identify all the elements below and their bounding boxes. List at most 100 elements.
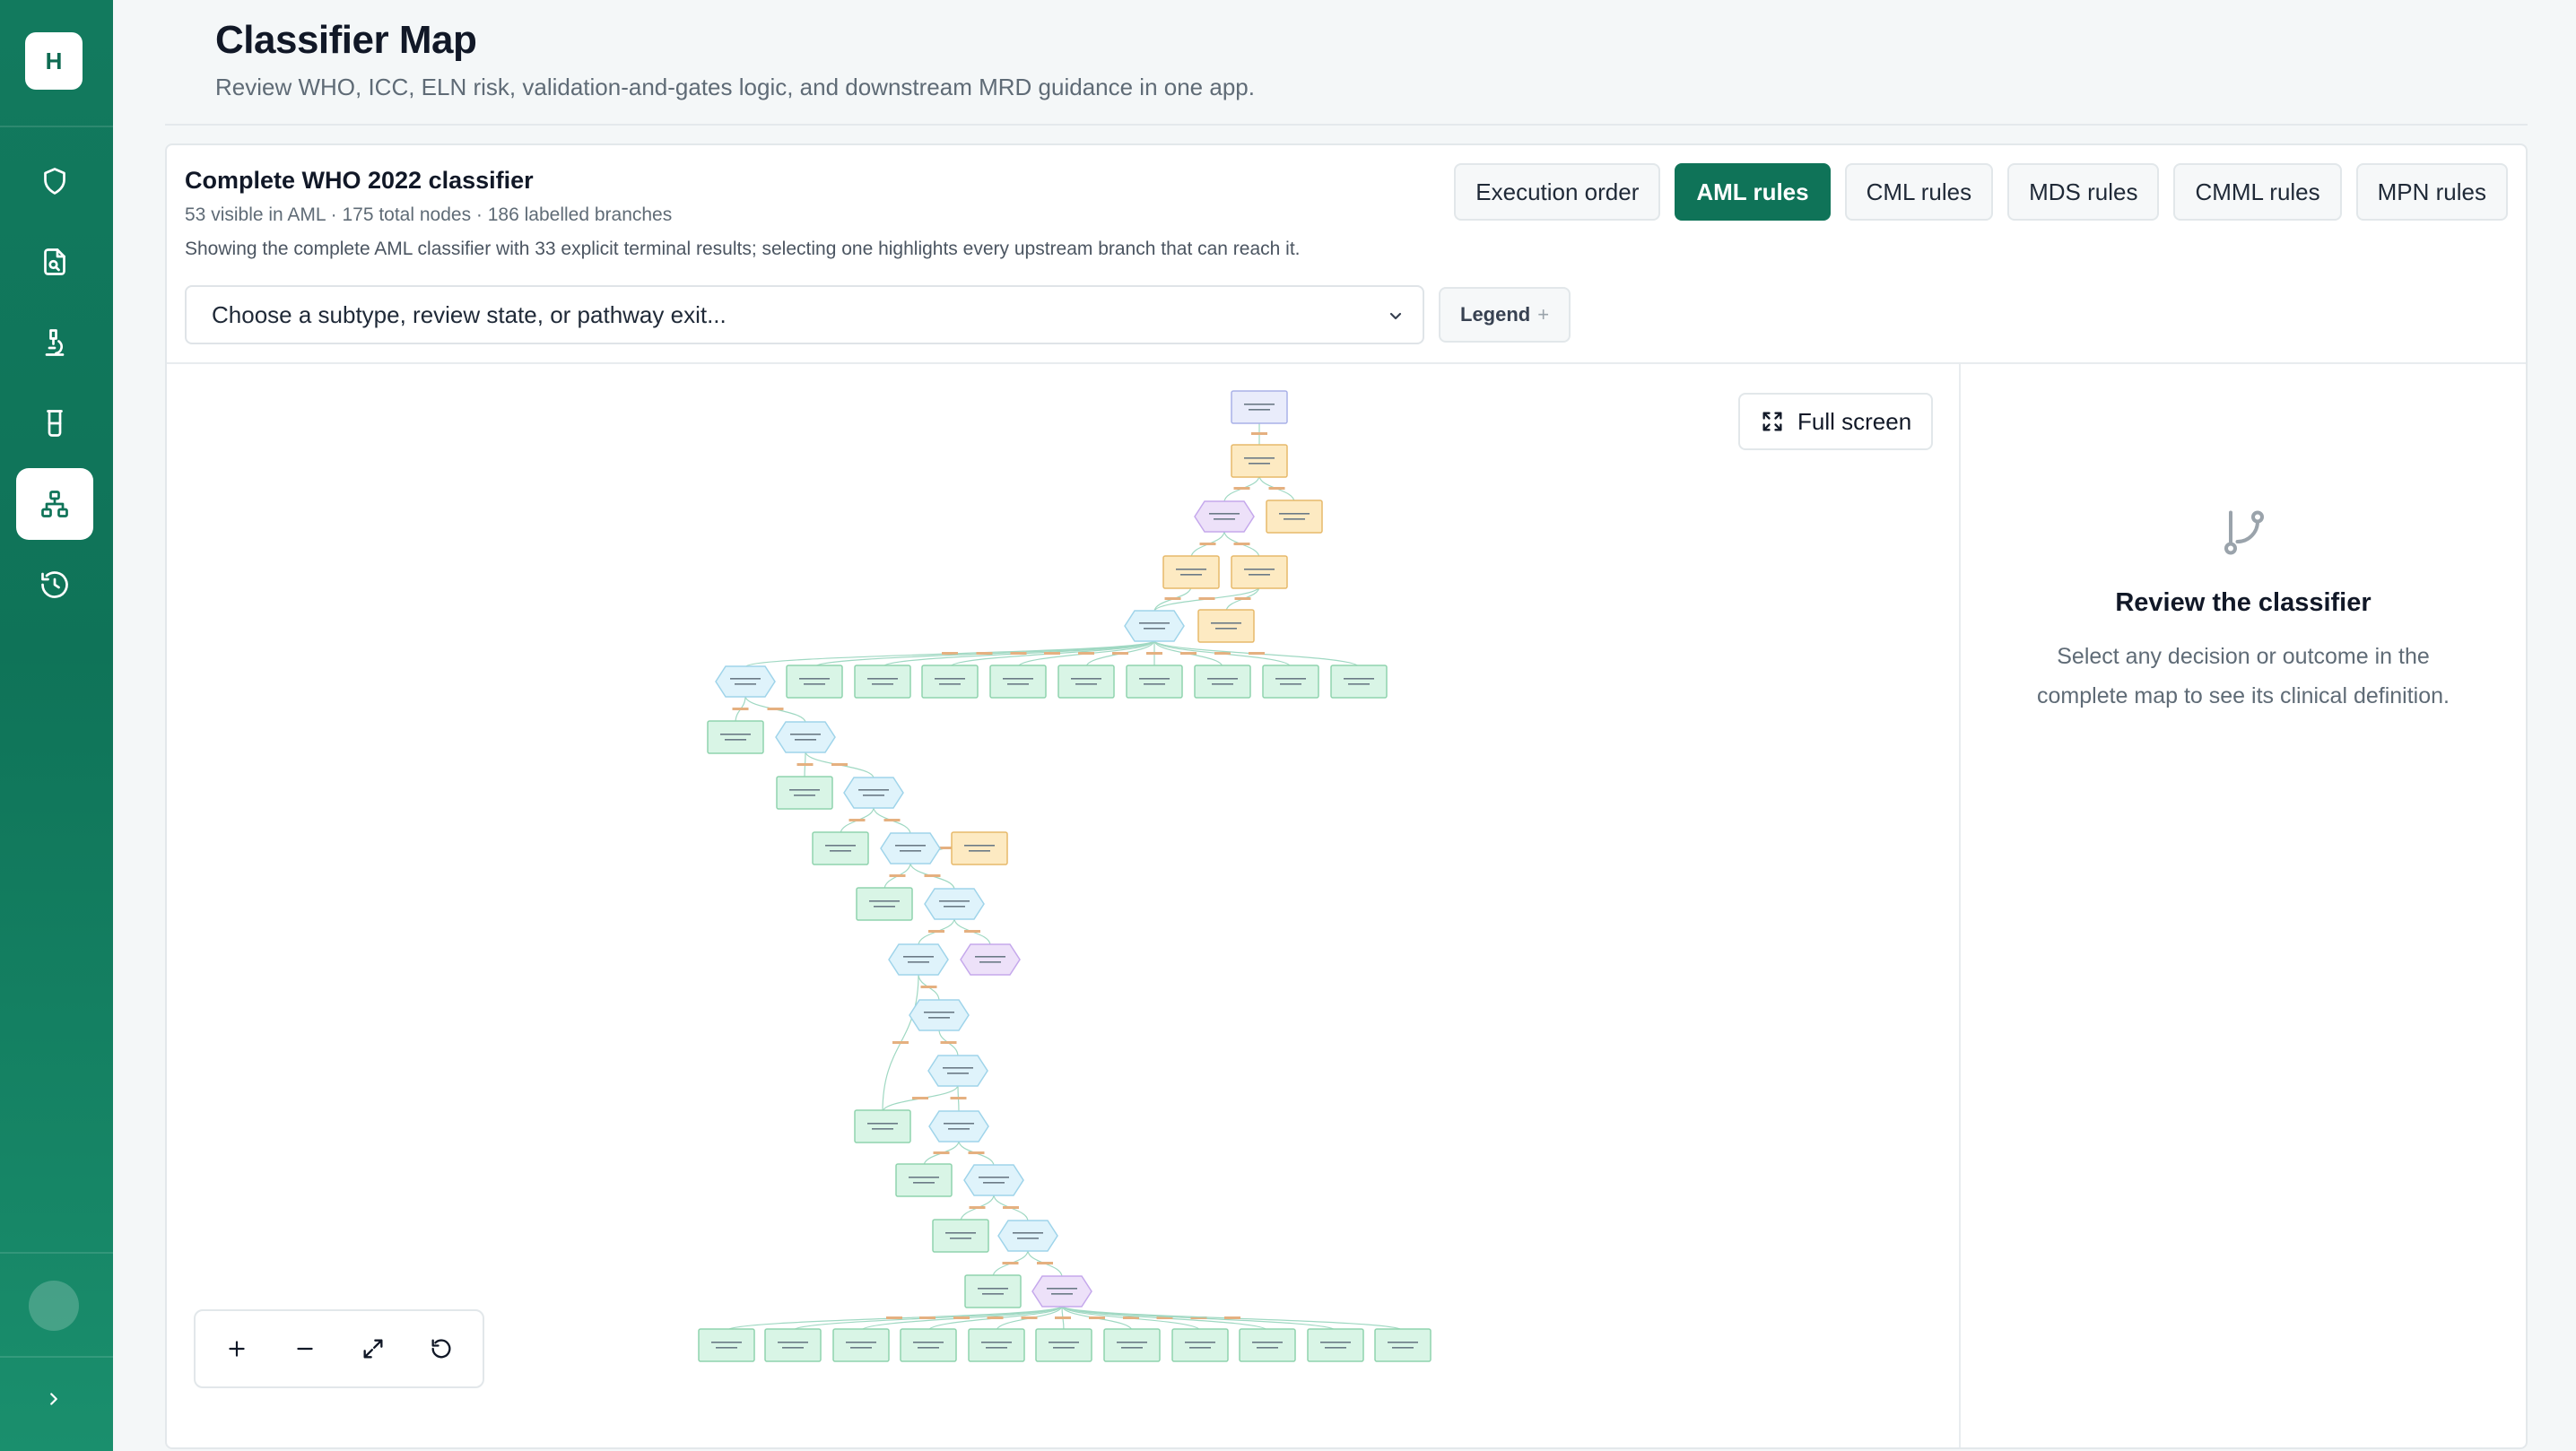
legend-button[interactable]: Legend + [1439, 287, 1571, 343]
outcome-node[interactable] [776, 776, 833, 810]
sidebar-expand-button[interactable] [36, 1381, 72, 1417]
decision-node[interactable] [997, 1220, 1058, 1252]
outcome-node[interactable] [856, 887, 913, 921]
tab-execution-order[interactable]: Execution order [1454, 163, 1661, 221]
nav-item-classifier-map[interactable] [16, 468, 93, 540]
edge-label [1268, 487, 1285, 490]
outcome-node[interactable] [1231, 555, 1288, 589]
outcome-node[interactable] [1231, 390, 1288, 424]
outcome-node[interactable] [1035, 1328, 1092, 1362]
node-label [986, 1347, 1007, 1349]
outcome-node[interactable] [1057, 665, 1115, 699]
edge-label [987, 1316, 1004, 1319]
reset-view-button[interactable] [414, 1322, 468, 1376]
outcome-node[interactable] [989, 665, 1047, 699]
node-label [730, 678, 761, 680]
outcome-node[interactable] [707, 720, 764, 754]
decision-node[interactable] [928, 1110, 989, 1143]
decision-node[interactable] [715, 665, 776, 698]
outcome-node[interactable] [921, 665, 979, 699]
decision-node[interactable] [909, 999, 970, 1031]
outcome-node[interactable] [951, 831, 1008, 865]
node-label [1007, 683, 1029, 685]
classifier-card: Complete WHO 2022 classifier 53 visible … [165, 143, 2528, 1449]
tab-cml-rules[interactable]: CML rules [1844, 163, 1994, 221]
outcome-node[interactable] [1374, 1328, 1432, 1362]
outcome-node[interactable] [764, 1328, 822, 1362]
microscope-icon [45, 329, 65, 356]
fit-view-button[interactable] [346, 1322, 400, 1376]
edge-label [1003, 1206, 1019, 1209]
edge-label [964, 930, 980, 933]
outcome-node[interactable] [895, 1163, 953, 1197]
fullscreen-button[interactable]: Full screen [1738, 393, 1934, 450]
node-label [913, 1342, 944, 1343]
tab-cmml-rules[interactable]: CMML rules [2173, 163, 2342, 221]
decision-node[interactable] [927, 1055, 988, 1087]
classifier-graph-canvas[interactable]: Full screen [167, 364, 1959, 1447]
outcome-node[interactable] [900, 1328, 957, 1362]
outcome-node[interactable] [786, 665, 843, 699]
tab-mds-rules[interactable]: MDS rules [2007, 163, 2160, 221]
node-label [778, 1342, 808, 1343]
zoom-in-button[interactable] [210, 1322, 264, 1376]
outcome-node[interactable] [964, 1274, 1022, 1308]
decision-node[interactable] [775, 721, 836, 753]
outcome-node[interactable] [968, 1328, 1025, 1362]
outcome-node[interactable] [1330, 665, 1388, 699]
decision-node[interactable] [1194, 500, 1255, 533]
node-label [903, 956, 934, 958]
node-label [1214, 518, 1235, 520]
outcome-node[interactable] [1194, 665, 1251, 699]
decision-node[interactable] [880, 832, 941, 865]
node-label [1215, 628, 1237, 630]
nav-item-tube[interactable] [16, 387, 93, 459]
node-label [789, 789, 820, 791]
subtype-select[interactable]: Choose a subtype, review state, or pathw… [185, 285, 1424, 344]
decision-node[interactable] [960, 943, 1021, 976]
node-label [964, 845, 995, 847]
outcome-node[interactable] [1262, 665, 1319, 699]
decision-node[interactable] [1031, 1275, 1092, 1308]
outcome-node[interactable] [1197, 609, 1255, 643]
outcome-node[interactable] [854, 1109, 911, 1143]
zoom-out-button[interactable] [278, 1322, 332, 1376]
nav-item-shield[interactable] [16, 145, 93, 217]
outcome-node[interactable] [1239, 1328, 1296, 1362]
nav-item-microscope[interactable] [16, 307, 93, 378]
decision-node[interactable] [843, 777, 904, 809]
brand-logo[interactable]: H [25, 32, 83, 90]
edge-label [912, 1097, 928, 1099]
outcome-node[interactable] [1103, 1328, 1161, 1362]
outcome-node[interactable] [1171, 1328, 1229, 1362]
node-label [869, 900, 900, 902]
classifier-graph[interactable] [167, 364, 1959, 1447]
node-label [1051, 1293, 1073, 1295]
outcome-node[interactable] [932, 1219, 989, 1253]
shield-icon [44, 168, 65, 195]
outcome-node[interactable] [698, 1328, 755, 1362]
outcome-node[interactable] [812, 831, 869, 865]
edge-label [1199, 543, 1216, 545]
outcome-node[interactable] [1307, 1328, 1364, 1362]
tab-aml-rules[interactable]: AML rules [1675, 163, 1831, 221]
outcome-node[interactable] [854, 665, 911, 699]
edge-label [968, 1151, 985, 1154]
outcome-node[interactable] [1231, 444, 1288, 478]
avatar[interactable] [29, 1281, 79, 1331]
outcome-node[interactable] [1266, 500, 1323, 534]
decision-node[interactable] [1124, 610, 1185, 642]
nav-item-history[interactable] [16, 549, 93, 621]
node-label [858, 789, 889, 791]
outcome-node[interactable] [832, 1328, 890, 1362]
decision-node[interactable] [963, 1164, 1024, 1196]
node-label [1049, 1342, 1079, 1343]
decision-node[interactable] [888, 943, 949, 976]
nav-item-documents[interactable] [16, 226, 93, 298]
outcome-node[interactable] [1126, 665, 1183, 699]
node-label [1017, 1238, 1039, 1239]
decision-node[interactable] [924, 888, 985, 920]
edge-label [942, 652, 958, 655]
tab-mpn-rules[interactable]: MPN rules [2355, 163, 2508, 221]
outcome-node[interactable] [1162, 555, 1220, 589]
